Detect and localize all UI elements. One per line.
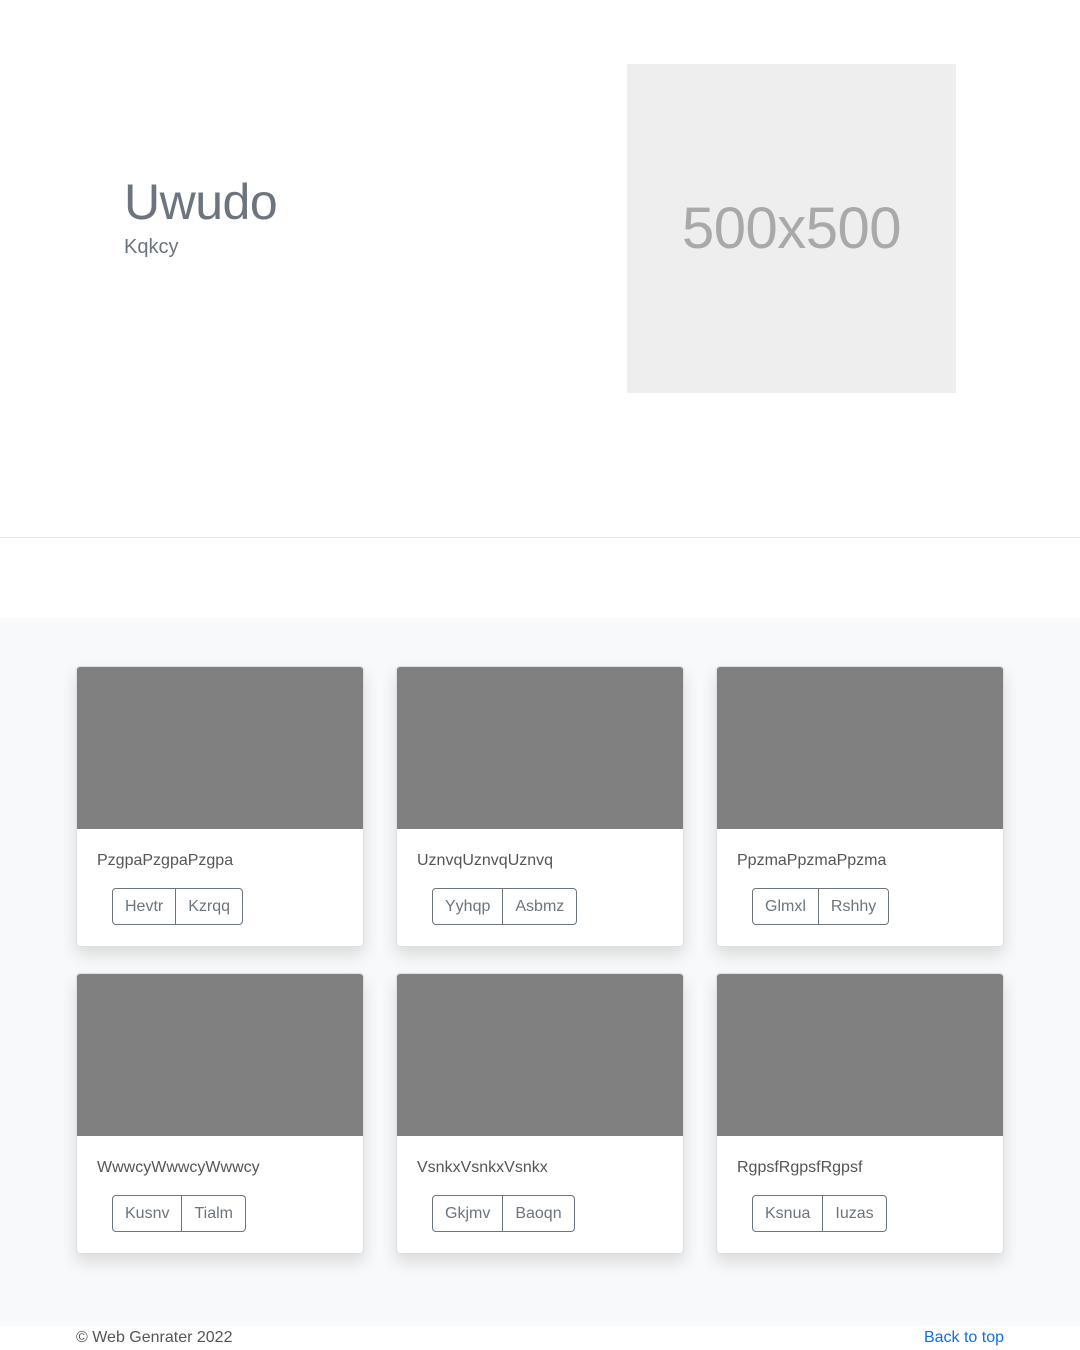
card-text: UznvqUznvqUznvq [417, 852, 554, 869]
card-image [397, 974, 683, 1136]
card-image [77, 974, 363, 1136]
back-to-top-link[interactable]: Back to top [924, 1329, 1004, 1347]
card-button-group: Hevtr Kzrqq [112, 887, 244, 925]
card-button-secondary[interactable]: Baoqn [502, 1194, 575, 1232]
card-body: PzgpaPzgpaPzgpa Hevtr Kzrqq [77, 829, 363, 925]
card-button-group: Yyhqp Asbmz [432, 887, 578, 925]
hero-title: Uwudo [124, 174, 278, 230]
card-text: PzgpaPzgpaPzgpa [97, 852, 234, 869]
card: VsnkxVsnkxVsnkx Gkjmv Baoqn [396, 973, 684, 1254]
card: UznvqUznvqUznvq Yyhqp Asbmz [396, 666, 684, 947]
card-text: WwwcyWwwcyWwwcy [97, 1159, 260, 1176]
card-body: VsnkxVsnkxVsnkx Gkjmv Baoqn [397, 1136, 683, 1232]
card-grid: PzgpaPzgpaPzgpa Hevtr Kzrqq UznvqUznvqUz… [76, 666, 1004, 1254]
card-body: PpzmaPpzmaPpzma Glmxl Rshhy [717, 829, 1003, 925]
card-button-primary[interactable]: Kusnv [112, 1194, 183, 1232]
card-button-primary[interactable]: Hevtr [112, 887, 177, 925]
card: RgpsfRgpsfRgpsf Ksnua Iuzas [716, 973, 1004, 1254]
page-footer: © Web Genrater 2022 Back to top [0, 1326, 1080, 1350]
card-image [717, 974, 1003, 1136]
hero-section: Uwudo Kqkcy 500x500 [0, 0, 1080, 538]
card-image [77, 667, 363, 829]
card-button-group: Ksnua Iuzas [752, 1194, 887, 1232]
card-button-group: Kusnv Tialm [112, 1194, 246, 1232]
card-button-secondary[interactable]: Iuzas [822, 1194, 887, 1232]
card-button-secondary[interactable]: Kzrqq [175, 887, 244, 925]
hero-text-block: Uwudo Kqkcy [124, 172, 278, 259]
card: WwwcyWwwcyWwwcy Kusnv Tialm [76, 973, 364, 1254]
card-button-primary[interactable]: Yyhqp [432, 887, 504, 925]
card-image [397, 667, 683, 829]
card-button-secondary[interactable]: Asbmz [502, 887, 578, 925]
card-text: RgpsfRgpsfRgpsf [737, 1159, 863, 1176]
card-button-secondary[interactable]: Tialm [181, 1194, 246, 1232]
card-body: RgpsfRgpsfRgpsf Ksnua Iuzas [717, 1136, 1003, 1232]
card-image [717, 667, 1003, 829]
card-button-group: Gkjmv Baoqn [432, 1194, 575, 1232]
card-button-primary[interactable]: Ksnua [752, 1194, 824, 1232]
card-button-primary[interactable]: Gkjmv [432, 1194, 504, 1232]
hero-image-placeholder: 500x500 [627, 64, 956, 393]
card: PpzmaPpzmaPpzma Glmxl Rshhy [716, 666, 1004, 947]
hero-image-label: 500x500 [681, 196, 902, 261]
card-button-primary[interactable]: Glmxl [752, 887, 819, 925]
card-text: VsnkxVsnkxVsnkx [417, 1159, 548, 1176]
card-body: WwwcyWwwcyWwwcy Kusnv Tialm [77, 1136, 363, 1232]
footer-copyright: © Web Genrater 2022 [76, 1329, 233, 1346]
card-button-secondary[interactable]: Rshhy [817, 887, 890, 925]
card-button-group: Glmxl Rshhy [752, 887, 890, 925]
card: PzgpaPzgpaPzgpa Hevtr Kzrqq [76, 666, 364, 947]
hero-subtitle: Kqkcy [124, 236, 179, 258]
card-body: UznvqUznvqUznvq Yyhqp Asbmz [397, 829, 683, 925]
album-section: PzgpaPzgpaPzgpa Hevtr Kzrqq UznvqUznvqUz… [0, 618, 1080, 1326]
card-text: PpzmaPpzmaPpzma [737, 852, 887, 869]
